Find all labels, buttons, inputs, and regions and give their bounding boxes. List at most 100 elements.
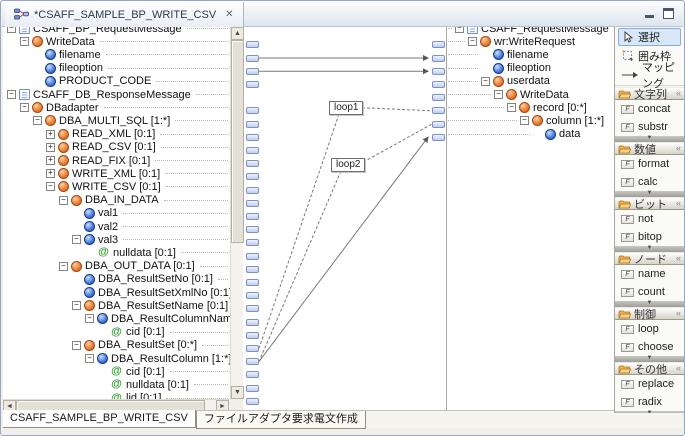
target-port[interactable]: [432, 121, 445, 128]
expand-icon[interactable]: +: [46, 169, 55, 178]
palette-item-bitop[interactable]: Fbitop: [615, 228, 684, 246]
source-port[interactable]: [246, 68, 259, 75]
vertical-scroll-thumb[interactable]: [231, 40, 244, 243]
target-port[interactable]: [432, 68, 445, 75]
palette-item-concat[interactable]: Fconcat: [615, 100, 684, 118]
bottom-tab-file-adapter[interactable]: ファイルアダプタ要求電文作成: [196, 411, 366, 429]
tree-row[interactable]: +READ_XML [0:1]: [3, 128, 230, 141]
target-port[interactable]: [432, 94, 445, 101]
tree-row[interactable]: −DBA_ResultColumnName: [3, 312, 230, 325]
source-port[interactable]: [246, 81, 259, 88]
tree-row[interactable]: filename: [448, 48, 613, 61]
tree-row[interactable]: fileoption: [448, 62, 613, 75]
collapse-chevron-icon[interactable]: «: [676, 309, 681, 318]
source-port[interactable]: [246, 332, 259, 339]
tree-row[interactable]: −CSAFF_DB_ResponseMessage: [3, 88, 230, 101]
source-port[interactable]: [246, 187, 259, 194]
source-port[interactable]: [246, 160, 259, 167]
collapse-icon[interactable]: −: [494, 90, 503, 99]
collapse-icon[interactable]: −: [59, 262, 68, 271]
source-port[interactable]: [246, 121, 259, 128]
source-port[interactable]: [246, 213, 259, 220]
palette-item-count[interactable]: Fcount: [615, 283, 684, 301]
tree-row[interactable]: −record [0:*]: [448, 101, 613, 114]
tree-row[interactable]: +READ_CSV [0:1]: [3, 141, 230, 154]
palette-item-name[interactable]: Fname: [615, 265, 684, 283]
scroll-up-icon[interactable]: ▲: [231, 27, 244, 40]
scroll-down-icon[interactable]: ▼: [231, 386, 244, 399]
source-port[interactable]: [246, 292, 259, 299]
tree-row[interactable]: +READ_FIX [0:1]: [3, 154, 230, 167]
target-port[interactable]: [432, 81, 445, 88]
collapse-icon[interactable]: −: [20, 37, 29, 46]
collapse-chevron-icon[interactable]: «: [676, 89, 681, 98]
collapse-chevron-icon[interactable]: «: [676, 364, 681, 373]
tree-row[interactable]: −DBA_OUT_DATA [0:1]: [3, 260, 230, 273]
collapse-icon[interactable]: −: [468, 37, 477, 46]
source-port[interactable]: [246, 385, 259, 392]
tree-row[interactable]: @nulldata [0:1]: [3, 378, 230, 391]
tree-row[interactable]: −DBA_MULTI_SQL [1:*]: [3, 114, 230, 127]
source-port[interactable]: [246, 239, 259, 246]
tree-row[interactable]: fileoption: [3, 62, 230, 75]
collapse-chevron-icon[interactable]: «: [676, 199, 681, 208]
palette-item-calc[interactable]: Fcalc: [615, 173, 684, 191]
tab-close-icon[interactable]: ✕: [225, 9, 233, 20]
source-port[interactable]: [246, 41, 259, 48]
source-port[interactable]: [246, 279, 259, 286]
tree-row[interactable]: −DBA_ResultColumn [1:*]: [3, 352, 230, 365]
palette-category-制御[interactable]: 制御«: [615, 307, 684, 320]
target-port[interactable]: [432, 41, 445, 48]
palette-item-format[interactable]: Fformat: [615, 155, 684, 173]
palette-item-not[interactable]: Fnot: [615, 210, 684, 228]
source-port[interactable]: [246, 398, 259, 405]
tree-row[interactable]: −val3: [3, 233, 230, 246]
palette-category-数値[interactable]: 数値«: [615, 142, 684, 155]
expand-icon[interactable]: +: [46, 143, 55, 152]
source-port[interactable]: [246, 147, 259, 154]
collapse-icon[interactable]: −: [33, 116, 42, 125]
palette-category-その他[interactable]: その他«: [615, 362, 684, 375]
tree-row[interactable]: −WriteData: [3, 35, 230, 48]
source-port[interactable]: [246, 200, 259, 207]
palette-item-radix[interactable]: Fradix: [615, 393, 684, 411]
target-port[interactable]: [432, 134, 445, 141]
collapse-icon[interactable]: −: [20, 103, 29, 112]
tree-row[interactable]: data: [448, 128, 613, 141]
expand-icon[interactable]: +: [46, 130, 55, 139]
collapse-icon[interactable]: −: [85, 354, 94, 363]
palette-category-ノード[interactable]: ノード«: [615, 252, 684, 265]
tree-row[interactable]: −DBA_ResultSetName [0:1]: [3, 299, 230, 312]
target-port[interactable]: [432, 55, 445, 62]
tree-row[interactable]: DBA_ResultSetNo [0:1]: [3, 273, 230, 286]
palette-item-replace[interactable]: Freplace: [615, 375, 684, 393]
palette-item-substr[interactable]: Fsubstr: [615, 118, 684, 136]
editor-tab[interactable]: *CSAFF_SAMPLE_BP_WRITE_CSV ✕: [5, 2, 244, 27]
tree-row[interactable]: −DBA_ResultSet [0:*]: [3, 339, 230, 352]
palette-item-choose[interactable]: Fchoose: [615, 338, 684, 356]
collapse-icon[interactable]: −: [85, 314, 94, 323]
palette-category-ビット[interactable]: ビット«: [615, 197, 684, 210]
collapse-icon[interactable]: −: [72, 341, 81, 350]
target-port[interactable]: [432, 107, 445, 114]
tree-row[interactable]: −wr:WriteRequest: [448, 35, 613, 48]
loop-node[interactable]: loop2: [331, 158, 365, 172]
tree-row[interactable]: −userdata: [448, 75, 613, 88]
collapse-icon[interactable]: −: [72, 301, 81, 310]
tree-row[interactable]: PRODUCT_CODE: [3, 75, 230, 88]
minimize-view-icon[interactable]: [644, 8, 655, 19]
tree-row[interactable]: −WRITE_CSV [0:1]: [3, 180, 230, 193]
collapse-icon[interactable]: −: [507, 103, 516, 112]
source-port[interactable]: [246, 134, 259, 141]
collapse-icon[interactable]: −: [59, 196, 68, 205]
source-port[interactable]: [246, 319, 259, 326]
bottom-tab-mapping[interactable]: CSAFF_SAMPLE_BP_WRITE_CSV: [3, 410, 196, 428]
source-port[interactable]: [246, 345, 259, 352]
collapse-chevron-icon[interactable]: «: [676, 144, 681, 153]
tree-row[interactable]: val2: [3, 220, 230, 233]
source-port[interactable]: [246, 226, 259, 233]
tree-row[interactable]: filename: [3, 48, 230, 61]
source-tree-vertical-scrollbar[interactable]: ▲ ▼: [230, 27, 243, 399]
source-port[interactable]: [246, 253, 259, 260]
tree-row[interactable]: val1: [3, 207, 230, 220]
